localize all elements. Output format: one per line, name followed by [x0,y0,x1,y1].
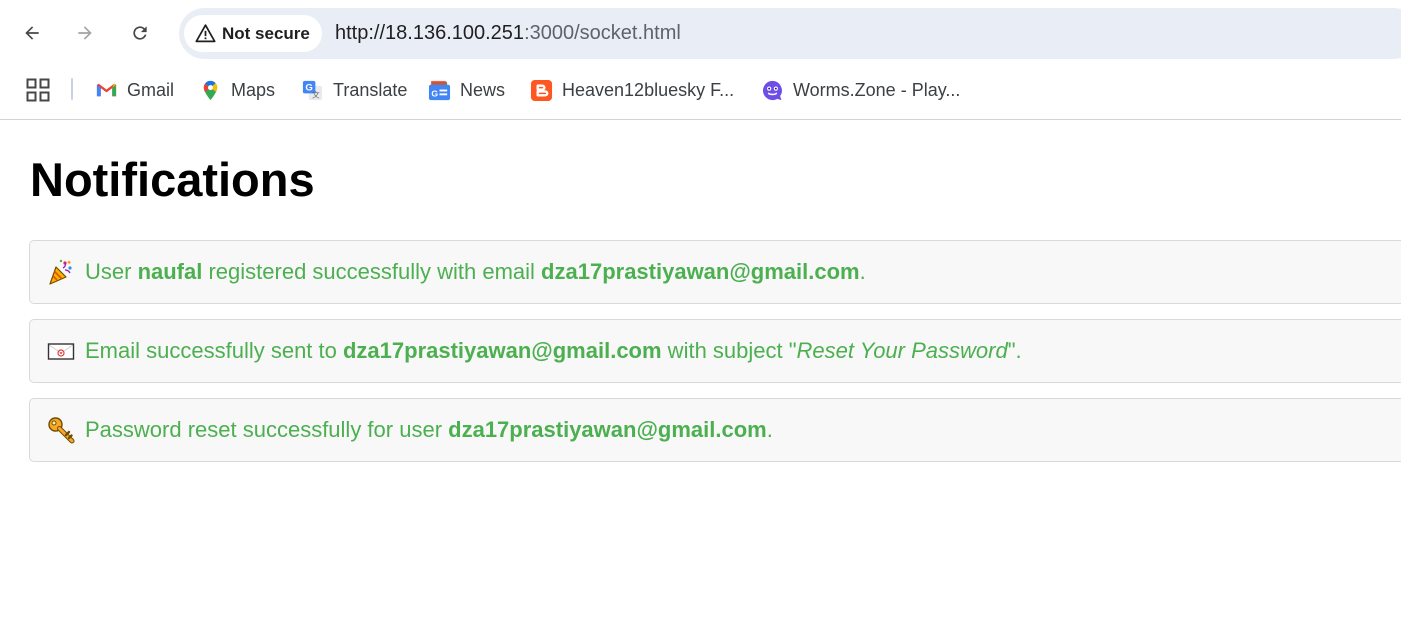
notification-middle: registered successfully with email [202,259,542,284]
back-button[interactable] [14,15,50,51]
bookmark-label: Heaven12bluesky F... [562,79,735,100]
notification-prefix: Email successfully sent to [85,338,343,363]
apps-grid-icon [26,78,50,102]
svg-text:G: G [431,88,438,98]
bookmark-maps[interactable]: Maps [199,77,275,103]
svg-text:文: 文 [312,89,320,99]
notification-email: dza17prastiyawan@gmail.com [541,259,860,284]
bookmark-label: News [460,79,506,100]
news-icon: G [428,79,451,102]
address-bar[interactable]: Not secure http://18.136.100.251:3000/so… [179,8,1401,59]
gmail-icon [95,79,118,102]
arrow-left-icon [25,26,39,40]
arrow-right-icon [78,26,92,40]
notification-middle: with subject " [661,338,797,363]
bookmark-worms-zone[interactable]: Worms.Zone - Play... [761,77,960,103]
bookmark-label: Worms.Zone - Play... [793,79,961,100]
notification-subject: Reset Your Password [796,338,1008,363]
bookmark-label: Gmail [127,79,175,100]
notification-prefix: User [85,259,138,284]
forward-button[interactable] [67,15,103,51]
browser-toolbar: Not secure http://18.136.100.251:3000/so… [0,0,1401,67]
bookmark-label: Maps [231,79,276,100]
translate-icon: G 文 [301,79,324,102]
apps-button[interactable] [25,77,51,103]
warning-icon [195,24,216,43]
url-path: :3000/socket.html [524,22,681,44]
bookmark-news[interactable]: G News [428,77,505,103]
maps-icon [199,79,222,102]
party-popper-icon [47,258,75,286]
notification-email: dza17prastiyawan@gmail.com [342,338,662,363]
bookmark-translate[interactable]: G 文 Translate [301,77,407,103]
blogger-icon [530,79,553,102]
key-icon [47,416,75,444]
notification-user-registered: User naufal registered successfully with… [29,240,1401,304]
notification-prefix: Password reset successfully for user [85,417,449,442]
notification-suffix: . [859,259,866,284]
notification-username: naufal [137,259,203,284]
reload-icon [133,26,147,40]
reload-button[interactable] [122,15,158,51]
notification-email: dza17prastiyawan@gmail.com [448,417,767,442]
url-host: http://18.136.100.251 [335,22,525,44]
bookmarks-bar: Gmail Maps G 文 Translate G News Heaven12… [0,67,1401,120]
notification-text: User naufal registered successfully with… [85,259,866,285]
security-chip[interactable]: Not secure [184,15,322,52]
notification-password-reset: Password reset successfully for user dza… [29,398,1401,462]
notification-text: Email successfully sent to dza17prastiya… [85,338,1022,364]
notification-suffix: . [766,417,773,442]
url-text[interactable]: http://18.136.100.251:3000/socket.html [335,22,681,45]
envelope-icon [47,337,75,365]
notification-text: Password reset successfully for user dza… [85,417,773,443]
page-title: Notifications [30,153,315,206]
bookmark-gmail[interactable]: Gmail [95,77,174,103]
worms-zone-icon [761,79,784,102]
notification-email-sent: Email successfully sent to dza17prastiya… [29,319,1401,383]
bookmarks-separator [71,78,73,100]
bookmark-heaven12bluesky[interactable]: Heaven12bluesky F... [530,77,734,103]
notification-suffix: ". [1007,338,1022,363]
security-label: Not secure [222,23,310,43]
bookmark-label: Translate [333,79,408,100]
